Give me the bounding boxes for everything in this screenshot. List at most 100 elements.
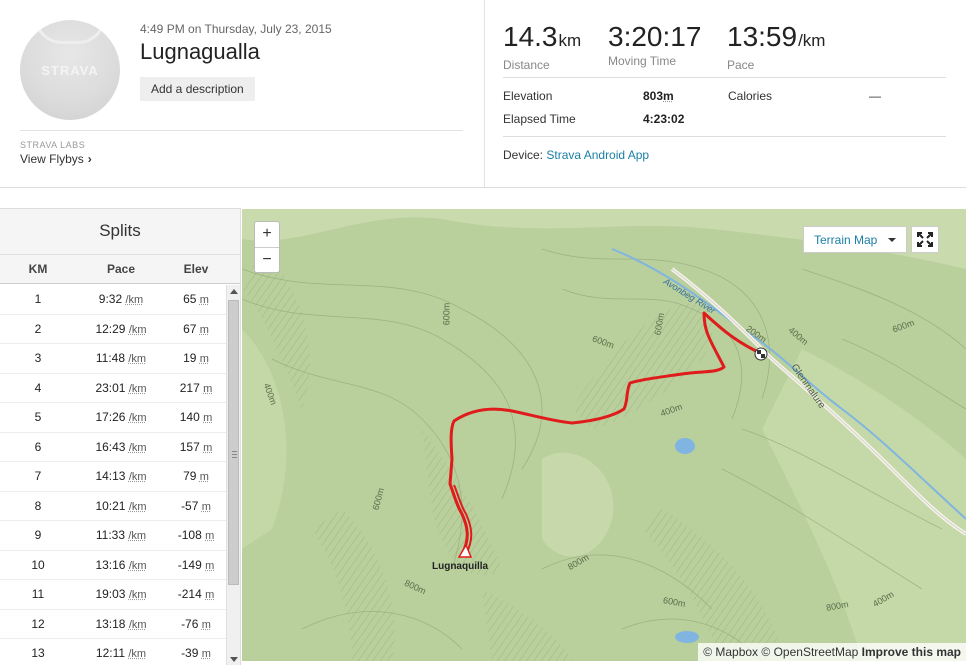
split-row[interactable]: 12 13:18 /km -76 m <box>0 610 226 639</box>
split-pace-value: 19:03 <box>95 587 126 602</box>
elevation-label: Elevation <box>503 89 553 103</box>
elevation-unit: m <box>663 89 674 103</box>
split-km: 3 <box>34 351 42 366</box>
device-link[interactable]: Strava Android App <box>546 148 649 162</box>
split-elev-unit: m <box>203 412 213 425</box>
strava-labs-label: STRAVA LABS <box>20 140 86 150</box>
add-description-button[interactable]: Add a description <box>140 77 255 101</box>
split-pace-value: 13:16 <box>95 557 126 572</box>
activity-datetime: 4:49 PM on Thursday, July 23, 2015 <box>140 22 332 36</box>
splits-scrollbar[interactable] <box>226 285 240 665</box>
split-pace-value: 12:11 <box>95 646 126 661</box>
vertical-divider <box>484 0 485 187</box>
split-elev-value: 157 <box>179 439 200 454</box>
view-flybys-link[interactable]: View Flybys › <box>20 152 92 166</box>
elevation-value: 803m <box>643 89 674 103</box>
split-pace-unit: /km <box>128 618 147 631</box>
split-pace-value: 10:21 <box>95 498 126 513</box>
split-row[interactable]: 6 16:43 /km 157 m <box>0 433 226 462</box>
split-elev: 79 m <box>166 469 226 483</box>
split-pace-unit: /km <box>128 323 147 336</box>
split-row[interactable]: 5 17:26 /km 140 m <box>0 403 226 433</box>
split-pace: 9:32 /km <box>76 292 166 306</box>
split-km: 1 <box>34 292 42 307</box>
split-row[interactable]: 8 10:21 /km -57 m <box>0 492 226 521</box>
split-row[interactable]: 13 12:11 /km -39 m <box>0 639 226 665</box>
moving-time-label: Moving Time <box>608 54 677 68</box>
split-elev-value: 217 <box>179 380 200 395</box>
scroll-up-icon[interactable] <box>230 289 238 294</box>
scroll-thumb[interactable] <box>228 300 239 585</box>
split-row[interactable]: 10 13:16 /km -149 m <box>0 551 226 580</box>
split-elev-unit: m <box>203 382 213 395</box>
athlete-avatar[interactable]: STRAVA <box>20 20 120 120</box>
split-pace-unit: /km <box>128 441 147 454</box>
calories-label: Calories <box>728 89 773 103</box>
chevron-right-icon: › <box>87 152 92 166</box>
improve-map-link[interactable]: Improve this map <box>862 645 961 659</box>
map-layer-label: Terrain Map <box>814 233 878 247</box>
activity-header: STRAVA 4:49 PM on Thursday, July 23, 201… <box>0 0 966 188</box>
splits-rows: 1 9:32 /km 65 m 2 12:29 /km 67 m 3 11:48 /km 19 … <box>0 285 226 665</box>
mapbox-attribution-link[interactable]: © Mapbox <box>703 645 758 659</box>
split-pace: 12:29 /km <box>76 322 166 336</box>
split-row[interactable]: 9 11:33 /km -108 m <box>0 521 226 551</box>
split-pace-value: 12:29 <box>95 321 126 336</box>
distance-label: Distance <box>503 58 550 72</box>
split-elev-unit: m <box>199 294 209 307</box>
elapsed-time-label: Elapsed Time <box>503 112 576 126</box>
split-elev: 157 m <box>166 440 226 454</box>
activity-title[interactable]: Lugnagualla <box>140 39 260 65</box>
elevation-number: 803 <box>643 89 664 103</box>
zoom-in-button[interactable]: + <box>255 222 279 247</box>
split-km: 8 <box>34 498 42 513</box>
scroll-down-icon[interactable] <box>230 657 238 662</box>
split-km: 11 <box>31 587 45 602</box>
split-elev-value: -39 <box>181 646 199 661</box>
stat-moving-time: 3:20:17 Moving Time <box>608 22 701 69</box>
split-pace-unit: /km <box>128 382 147 395</box>
split-elev: 217 m <box>166 381 226 395</box>
split-pace-value: 11:33 <box>95 528 126 543</box>
split-pace-unit: /km <box>128 471 147 484</box>
terrain-map-canvas <box>242 209 966 661</box>
split-elev-unit: m <box>201 618 211 631</box>
split-row[interactable]: 3 11:48 /km 19 m <box>0 344 226 374</box>
split-pace-unit: /km <box>128 589 147 602</box>
split-elev-unit: m <box>205 589 215 602</box>
split-km: 9 <box>34 528 42 543</box>
split-pace-unit: /km <box>125 294 144 307</box>
col-km-header[interactable]: KM <box>0 262 76 276</box>
split-row[interactable]: 2 12:29 /km 67 m <box>0 315 226 344</box>
split-row[interactable]: 7 14:13 /km 79 m <box>0 462 226 492</box>
split-elev: 140 m <box>166 410 226 424</box>
map-layer-dropdown[interactable]: Terrain Map <box>803 226 907 253</box>
splits-header-row: KM Pace Elev <box>0 255 240 284</box>
osm-attribution-link[interactable]: © OpenStreetMap <box>761 645 858 659</box>
zoom-out-button[interactable]: − <box>255 247 279 272</box>
split-pace-value: 9:32 <box>98 292 123 307</box>
split-km: 7 <box>34 469 42 484</box>
split-elev: 65 m <box>166 292 226 306</box>
split-pace-value: 23:01 <box>95 380 126 395</box>
split-row[interactable]: 11 19:03 /km -214 m <box>0 580 226 610</box>
split-pace-value: 17:26 <box>95 410 126 425</box>
pace-label: Pace <box>727 58 755 72</box>
fullscreen-icon <box>917 232 933 247</box>
split-km: 5 <box>34 410 42 425</box>
splits-title: Splits <box>0 209 240 255</box>
route-map[interactable]: 600m 400m 600m 600m 200m 400m 600m 400m … <box>242 209 966 661</box>
avatar-shirt-shape <box>34 20 106 44</box>
split-pace: 12:11 /km <box>76 646 166 660</box>
split-elev: -149 m <box>166 558 226 572</box>
split-elev-unit: m <box>199 323 209 336</box>
split-row[interactable]: 4 23:01 /km 217 m <box>0 374 226 403</box>
caret-down-icon <box>888 238 896 242</box>
split-elev-unit: m <box>201 648 211 661</box>
distance-unit: km <box>558 31 582 50</box>
col-elev-header[interactable]: Elev <box>166 262 226 276</box>
split-pace-value: 16:43 <box>95 439 126 454</box>
fullscreen-button[interactable] <box>911 226 939 253</box>
col-pace-header[interactable]: Pace <box>76 262 166 276</box>
split-row[interactable]: 1 9:32 /km 65 m <box>0 285 226 315</box>
